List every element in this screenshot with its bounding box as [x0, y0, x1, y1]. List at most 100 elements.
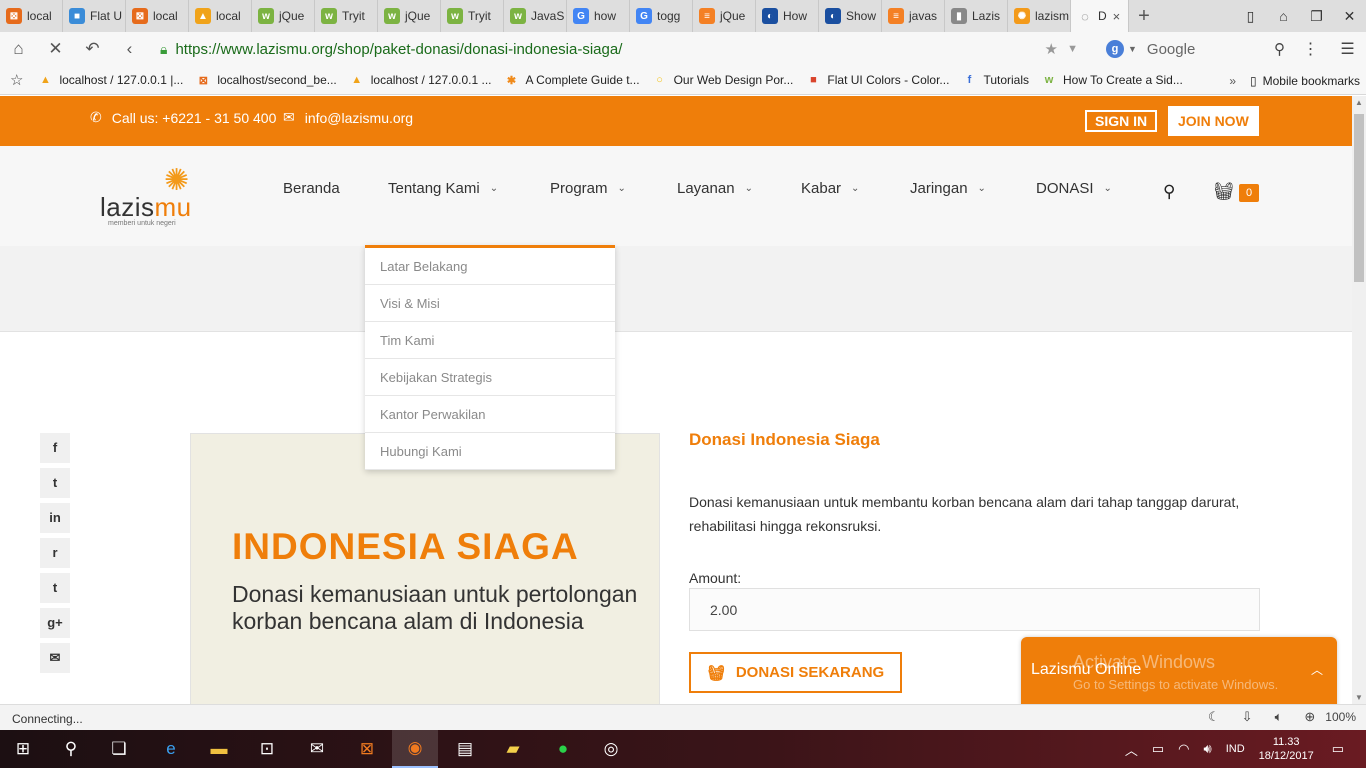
browser-tab[interactable]: w JavaS [504, 0, 567, 32]
browser-tab[interactable]: ⊠ local [0, 0, 63, 32]
browser-tab[interactable]: ⊠ local [126, 0, 189, 32]
zoom-icon[interactable]: ⊕ [1304, 709, 1315, 725]
home-icon[interactable]: ⌂ [0, 39, 37, 59]
browser-tab[interactable]: ≡ jQue [693, 0, 756, 32]
url-dropdown-icon[interactable]: ▼ [1067, 43, 1078, 55]
windows-start-icon[interactable]: ⊞ [0, 730, 46, 768]
search-engine-icon[interactable]: g [1106, 40, 1124, 58]
search-field[interactable]: g ▼ Google ⚲ [1100, 35, 1285, 63]
hamburger-menu-icon[interactable]: ☰ [1329, 39, 1366, 59]
more-menu-icon[interactable]: ⋮ [1292, 39, 1329, 59]
page-scrollbar[interactable]: ▲ ▼ [1352, 96, 1366, 704]
browser-tab[interactable]: ≡ javas [882, 0, 945, 32]
browser-tab[interactable]: w Tryit [315, 0, 378, 32]
app-window-icon[interactable]: ▤ [442, 730, 488, 768]
browser-tab[interactable]: ▲ local [189, 0, 252, 32]
menu-item[interactable]: DONASI ⌄ [1036, 180, 1112, 197]
bookmark-item[interactable]: ▲ localhost / 127.0.0.1 ... [349, 72, 491, 88]
xampp-icon[interactable]: ⊠ [344, 730, 390, 768]
scrollbar-thumb[interactable] [1354, 114, 1364, 282]
email-contact[interactable]: ✉ info@lazismu.org [283, 109, 413, 126]
url-field[interactable]: 🔒︎ https://www.lazismu.org/shop/paket-do… [160, 35, 1088, 63]
pin-icon[interactable]: ⌂ [1267, 8, 1300, 24]
search-icon[interactable]: ⚲ [1163, 182, 1175, 202]
store-icon[interactable]: ⊡ [244, 730, 290, 768]
tumblr-icon[interactable]: t [40, 573, 70, 603]
sticky-notes-icon[interactable]: ▰ [490, 730, 536, 768]
new-tab-button[interactable]: + [1129, 5, 1159, 28]
reddit-icon[interactable]: r [40, 538, 70, 568]
bookmark-item[interactable]: ■ Flat UI Colors - Color... [805, 72, 949, 88]
menu-item[interactable]: Kabar ⌄ [801, 180, 859, 197]
search-icon[interactable]: ⚲ [48, 730, 94, 768]
mail-icon[interactable]: ✉ [294, 730, 340, 768]
menu-item[interactable]: Tentang Kami ⌄ [388, 180, 498, 197]
bookmark-item[interactable]: ○ Our Web Design Por... [652, 72, 793, 88]
bookmark-item[interactable]: ⊠ localhost/second_be... [195, 72, 337, 88]
file-explorer-icon[interactable]: ▬ [196, 730, 242, 768]
phone-contact[interactable]: ✆ Call us: +6221 - 31 50 400 [90, 109, 276, 126]
browser-tab[interactable]: w jQue [378, 0, 441, 32]
bookmark-item[interactable]: ✱ A Complete Guide t... [504, 72, 640, 88]
twitter-icon[interactable]: t [40, 468, 70, 498]
browser-tab[interactable]: ■ Flat U [63, 0, 126, 32]
sign-in-button[interactable]: SIGN IN [1085, 110, 1158, 132]
dropdown-item[interactable]: Latar Belakang [365, 248, 615, 285]
active-browser-tab[interactable]: ◌ D × [1071, 0, 1129, 32]
undo-icon[interactable]: ↶ [74, 39, 111, 59]
bookmarks-more-button[interactable]: » [1229, 74, 1236, 88]
linkedin-icon[interactable]: in [40, 503, 70, 533]
donate-now-button[interactable]: 🧺︎ DONASI SEKARANG [689, 652, 902, 693]
bookmark-item[interactable]: w How To Create a Sid... [1041, 72, 1183, 88]
clock[interactable]: 11.33 18/12/2017 [1259, 735, 1314, 763]
speaker-icon[interactable]: 🔊︎ [1203, 741, 1211, 757]
browser-tab[interactable]: Gtogg [630, 0, 693, 32]
browser-tab[interactable]: ◐ Show [819, 0, 882, 32]
dropdown-item[interactable]: Hubungi Kami [365, 433, 615, 470]
browser-tab[interactable]: w Tryit [441, 0, 504, 32]
scroll-down-icon[interactable]: ▼ [1352, 693, 1366, 702]
menu-item[interactable]: Layanan ⌄ [677, 180, 753, 197]
join-now-button[interactable]: JOIN NOW [1168, 106, 1259, 136]
facebook-icon[interactable]: f [40, 433, 70, 463]
mobile-bookmarks-link[interactable]: Mobile bookmarks [1263, 74, 1360, 88]
night-mode-icon[interactable]: ☾ [1208, 709, 1220, 725]
menu-item[interactable]: Program ⌄ [550, 180, 626, 197]
close-tab-icon[interactable]: × [1113, 9, 1121, 24]
browser-tab[interactable]: ▮ Lazis [945, 0, 1008, 32]
menu-item[interactable]: Jaringan ⌄ [910, 180, 986, 197]
edge-browser-icon[interactable]: e [148, 730, 194, 768]
scroll-up-icon[interactable]: ▲ [1352, 98, 1366, 107]
maximize-icon[interactable]: ❐ [1300, 8, 1333, 25]
line-app-icon[interactable]: ● [540, 730, 586, 768]
language-indicator[interactable]: IND [1226, 743, 1245, 755]
chevron-up-icon[interactable]: ︿ [1311, 661, 1323, 678]
notifications-icon[interactable]: ▭ [1332, 741, 1344, 757]
browser-tab[interactable]: ◐ How [756, 0, 819, 32]
zoom-level[interactable]: 100% [1325, 710, 1356, 724]
search-engine-caret-icon[interactable]: ▼ [1128, 44, 1137, 54]
browser-tab[interactable]: Ghow [567, 0, 630, 32]
tile-icon[interactable]: ▯ [1234, 8, 1267, 25]
google-plus-icon[interactable]: g+ [40, 608, 70, 638]
bookmark-item[interactable]: ▲ localhost / 127.0.0.1 |... [37, 72, 183, 88]
amount-input[interactable] [689, 588, 1260, 631]
wifi-icon[interactable]: ◠ [1178, 741, 1189, 757]
task-view-icon[interactable]: ❏ [96, 730, 142, 768]
site-logo[interactable]: ✺ lazismu memberi untuk negeri [100, 166, 200, 228]
browser-tab[interactable]: ✺ lazism [1008, 0, 1071, 32]
email-icon[interactable]: ✉ [40, 643, 70, 673]
stop-icon[interactable]: ✕ [37, 39, 74, 59]
menu-item[interactable]: Beranda [283, 180, 340, 197]
dropdown-item[interactable]: Visi & Misi [365, 285, 615, 322]
chevron-up-icon[interactable]: ︿ [1125, 740, 1138, 759]
volume-icon[interactable]: 🔈︎ [1275, 709, 1283, 725]
cart-basket-icon[interactable]: 🧺︎ [1213, 182, 1235, 202]
battery-icon[interactable]: ▭ [1152, 741, 1164, 757]
close-window-icon[interactable]: ✕ [1333, 8, 1366, 25]
dropdown-item[interactable]: Kantor Perwakilan [365, 396, 615, 433]
uc-browser-icon[interactable]: ◉ [392, 730, 438, 768]
search-icon[interactable]: ⚲ [1274, 40, 1285, 58]
back-icon[interactable]: ‹ [111, 39, 148, 59]
bookmark-star-icon[interactable]: ★ [1045, 40, 1058, 58]
